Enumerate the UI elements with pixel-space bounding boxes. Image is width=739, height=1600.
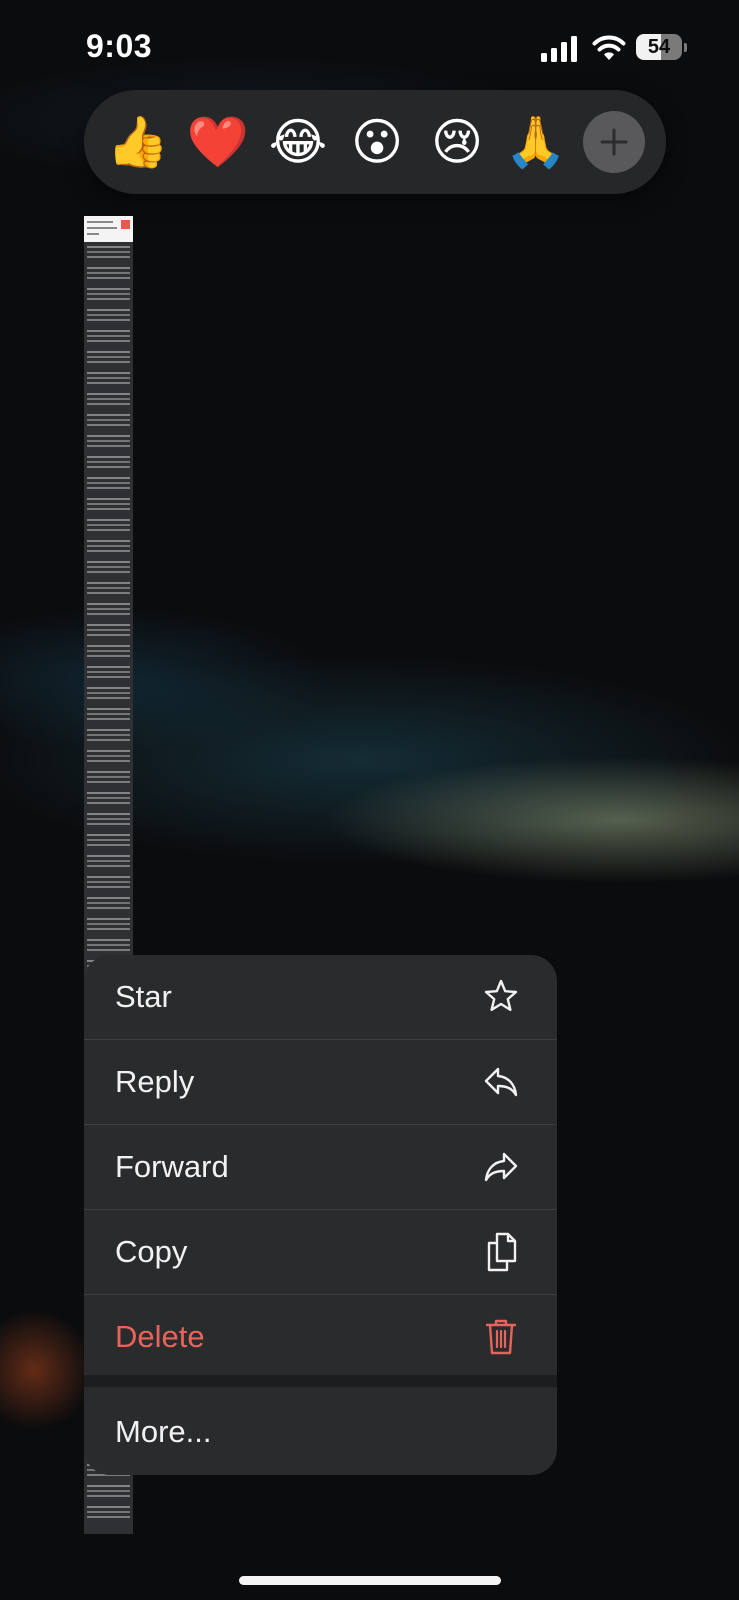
reaction-surprised-icon[interactable]: 😮 bbox=[345, 110, 409, 174]
menu-item-label: Delete bbox=[115, 1319, 205, 1354]
cellular-signal-icon bbox=[541, 36, 577, 62]
menu-item-label: More... bbox=[115, 1414, 212, 1449]
preview-header-line bbox=[87, 233, 99, 235]
battery-tip bbox=[684, 43, 687, 52]
message-preview-header bbox=[84, 216, 133, 242]
reaction-bar: 👍 ❤️ 😂 😮 😢 🙏 bbox=[84, 90, 666, 194]
star-icon bbox=[484, 979, 518, 1011]
context-menu-actions: Star Reply Forward Copy Delete bbox=[84, 955, 557, 1375]
wifi-icon bbox=[592, 35, 626, 60]
reaction-praying-hands-icon[interactable]: 🙏 bbox=[504, 110, 568, 174]
reaction-thumbs-up-icon[interactable]: 👍 bbox=[106, 110, 170, 174]
preview-header-line bbox=[87, 227, 117, 229]
reaction-crying-icon[interactable]: 😢 bbox=[425, 110, 489, 174]
menu-section-separator bbox=[84, 1375, 557, 1387]
menu-item-delete[interactable]: Delete bbox=[84, 1295, 557, 1375]
copy-icon bbox=[487, 1232, 517, 1272]
battery-level: 54 bbox=[636, 34, 682, 60]
menu-item-copy[interactable]: Copy bbox=[84, 1210, 557, 1294]
reply-icon bbox=[484, 1067, 518, 1097]
context-menu: Star Reply Forward Copy Delete More... bbox=[84, 955, 557, 1475]
status-bar: 9:03 54 bbox=[0, 0, 739, 96]
menu-item-label: Reply bbox=[115, 1064, 195, 1099]
menu-item-label: Copy bbox=[115, 1234, 188, 1269]
plus-icon bbox=[600, 128, 628, 156]
menu-item-label: Star bbox=[115, 979, 172, 1014]
menu-item-star[interactable]: Star bbox=[84, 955, 557, 1039]
menu-item-more[interactable]: More... bbox=[84, 1387, 557, 1475]
reaction-laughing-icon[interactable]: 😂 bbox=[266, 110, 330, 174]
add-reaction-button[interactable] bbox=[583, 111, 645, 173]
screen: 9:03 54 👍 ❤️ 😂 😮 😢 🙏 Star Reply Forward … bbox=[0, 0, 739, 1600]
preview-header-badge bbox=[121, 220, 130, 229]
status-time: 9:03 bbox=[86, 28, 153, 64]
battery-indicator: 54 bbox=[636, 34, 687, 62]
trash-icon bbox=[485, 1319, 517, 1355]
menu-item-label: Forward bbox=[115, 1149, 229, 1184]
menu-item-forward[interactable]: Forward bbox=[84, 1125, 557, 1209]
reaction-heart-icon[interactable]: ❤️ bbox=[186, 110, 250, 174]
forward-icon bbox=[484, 1152, 518, 1182]
preview-header-line bbox=[87, 221, 113, 223]
menu-item-reply[interactable]: Reply bbox=[84, 1040, 557, 1124]
home-indicator[interactable] bbox=[239, 1576, 501, 1585]
